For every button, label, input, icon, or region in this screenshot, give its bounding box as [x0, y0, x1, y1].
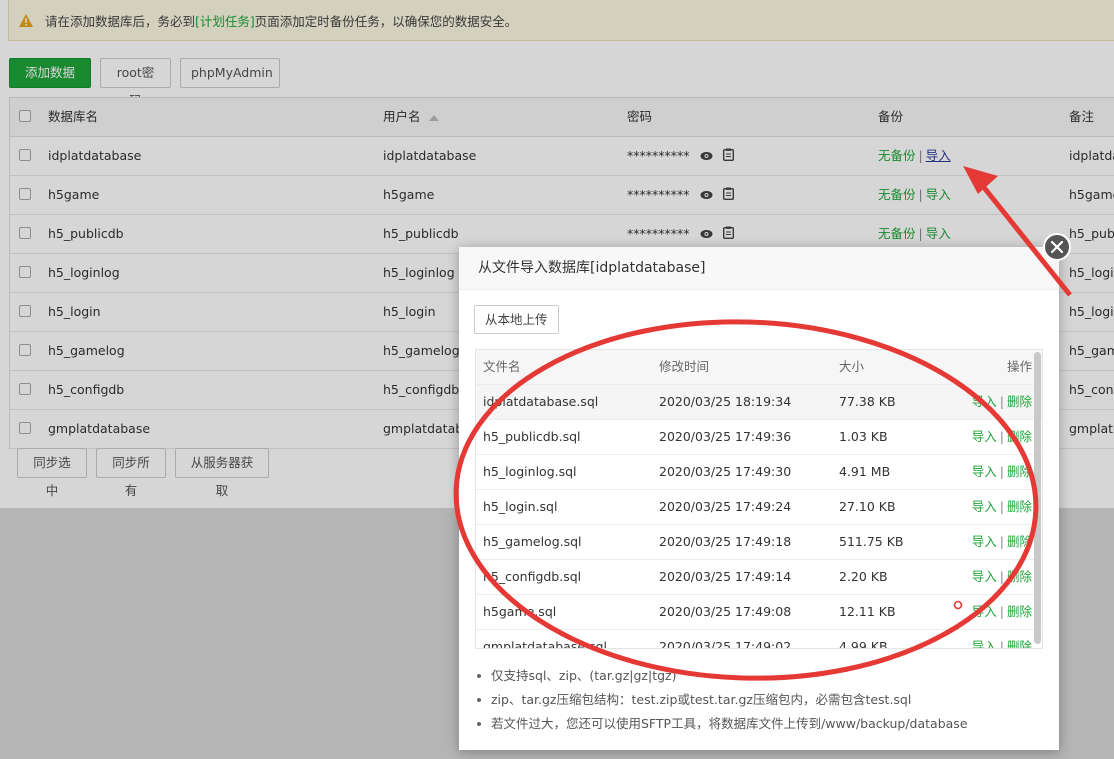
file-mtime: 2020/03/25 18:19:34: [659, 394, 792, 409]
separator: |: [999, 464, 1004, 479]
file-ops: 导入 | 删除: [972, 385, 1032, 419]
note-item: 若文件过大，您还可以使用SFTP工具，将数据库文件上传到/www/backup/…: [475, 715, 968, 739]
file-name: gmplatdatabase.sql: [483, 639, 607, 649]
file-import-link[interactable]: 导入: [972, 394, 997, 409]
file-ops: 导入 | 删除: [972, 455, 1032, 489]
header-mtime: 修改时间: [659, 359, 710, 374]
header-filename: 文件名: [483, 359, 521, 374]
file-row: h5_loginlog.sql 2020/03/25 17:49:30 4.91 M…: [476, 455, 1042, 490]
file-size: 4.99 KB: [839, 639, 888, 649]
file-size: 511.75 KB: [839, 534, 904, 549]
file-ops: 导入 | 删除: [972, 630, 1032, 649]
file-row: h5_gamelog.sql 2020/03/25 17:49:18 511.75 …: [476, 525, 1042, 560]
separator: |: [999, 569, 1004, 584]
file-name: idplatdatabase.sql: [483, 394, 599, 409]
file-row: h5_publicdb.sql 2020/03/25 17:49:36 1.03 K…: [476, 420, 1042, 455]
separator: |: [999, 429, 1004, 444]
file-ops: 导入 | 删除: [972, 525, 1032, 559]
file-name: h5_publicdb.sql: [483, 429, 581, 444]
file-row: idplatdatabase.sql 2020/03/25 18:19:34 77.…: [476, 385, 1042, 420]
file-mtime: 2020/03/25 17:49:36: [659, 429, 792, 444]
import-modal: 从文件导入数据库[idplatdatabase] 从本地上传 文件名 修改时间 …: [459, 233, 1071, 750]
file-mtime: 2020/03/25 17:49:08: [659, 604, 792, 619]
file-name: h5_loginlog.sql: [483, 464, 577, 479]
modal-title: 从文件导入数据库[idplatdatabase]: [459, 247, 1059, 290]
note-item: 仅支持sql、zip、(tar.gz|gz|tgz): [475, 667, 968, 691]
file-name: h5game.sql: [483, 604, 557, 619]
upload-local-button[interactable]: 从本地上传: [474, 305, 559, 334]
file-row: h5game.sql 2020/03/25 17:49:08 12.11 KB 导入 |…: [476, 595, 1042, 630]
separator: |: [999, 639, 1004, 649]
file-import-link[interactable]: 导入: [972, 639, 997, 648]
file-delete-link[interactable]: 删除: [1007, 534, 1032, 549]
file-size: 4.91 MB: [839, 464, 891, 479]
file-mtime: 2020/03/25 17:49:02: [659, 639, 792, 649]
file-ops: 导入 | 删除: [972, 560, 1032, 594]
file-delete-link[interactable]: 删除: [1007, 639, 1032, 648]
file-import-link[interactable]: 导入: [972, 464, 997, 479]
file-size: 1.03 KB: [839, 429, 888, 444]
file-delete-link[interactable]: 删除: [1007, 394, 1032, 409]
file-delete-link[interactable]: 删除: [1007, 429, 1032, 444]
file-row: h5_configdb.sql 2020/03/25 17:49:14 2.20 K…: [476, 560, 1042, 595]
header-ops: 操作: [1006, 359, 1032, 374]
file-delete-link[interactable]: 删除: [1007, 464, 1032, 479]
file-table: 文件名 修改时间 大小 操作 idplatdatabase.sql 2020/03…: [475, 349, 1043, 649]
file-name: h5_gamelog.sql: [483, 534, 582, 549]
file-import-link[interactable]: 导入: [972, 534, 997, 549]
file-mtime: 2020/03/25 17:49:14: [659, 569, 792, 584]
file-mtime: 2020/03/25 17:49:30: [659, 464, 792, 479]
file-size: 2.20 KB: [839, 569, 888, 584]
file-name: h5_login.sql: [483, 499, 558, 514]
file-table-header: 文件名 修改时间 大小 操作: [476, 350, 1042, 385]
separator: |: [999, 394, 1004, 409]
file-row: gmplatdatabase.sql 2020/03/25 17:49:02 4.9…: [476, 630, 1042, 649]
file-table-scrollbar[interactable]: [1034, 352, 1041, 644]
file-delete-link[interactable]: 删除: [1007, 499, 1032, 514]
file-delete-link[interactable]: 删除: [1007, 569, 1032, 584]
file-size: 12.11 KB: [839, 604, 896, 619]
file-import-link[interactable]: 导入: [972, 499, 997, 514]
file-import-link[interactable]: 导入: [972, 569, 997, 584]
separator: |: [999, 604, 1004, 619]
separator: |: [999, 534, 1004, 549]
file-row: h5_login.sql 2020/03/25 17:49:24 27.10 KB 导…: [476, 490, 1042, 525]
file-name: h5_configdb.sql: [483, 569, 582, 584]
file-size: 77.38 KB: [839, 394, 896, 409]
note-item: zip、tar.gz压缩包结构：test.zip或test.tar.gz压缩包内…: [475, 691, 968, 715]
close-icon[interactable]: [1043, 233, 1071, 261]
file-ops: 导入 | 删除: [972, 420, 1032, 454]
file-mtime: 2020/03/25 17:49:18: [659, 534, 792, 549]
file-ops: 导入 | 删除: [972, 595, 1032, 629]
file-mtime: 2020/03/25 17:49:24: [659, 499, 792, 514]
file-size: 27.10 KB: [839, 499, 896, 514]
file-import-link[interactable]: 导入: [972, 604, 997, 619]
file-import-link[interactable]: 导入: [972, 429, 997, 444]
file-ops: 导入 | 删除: [972, 490, 1032, 524]
upload-notes: 仅支持sql、zip、(tar.gz|gz|tgz) zip、tar.gz压缩包…: [475, 667, 968, 739]
separator: |: [999, 499, 1004, 514]
file-delete-link[interactable]: 删除: [1007, 604, 1032, 619]
header-size: 大小: [839, 359, 865, 374]
